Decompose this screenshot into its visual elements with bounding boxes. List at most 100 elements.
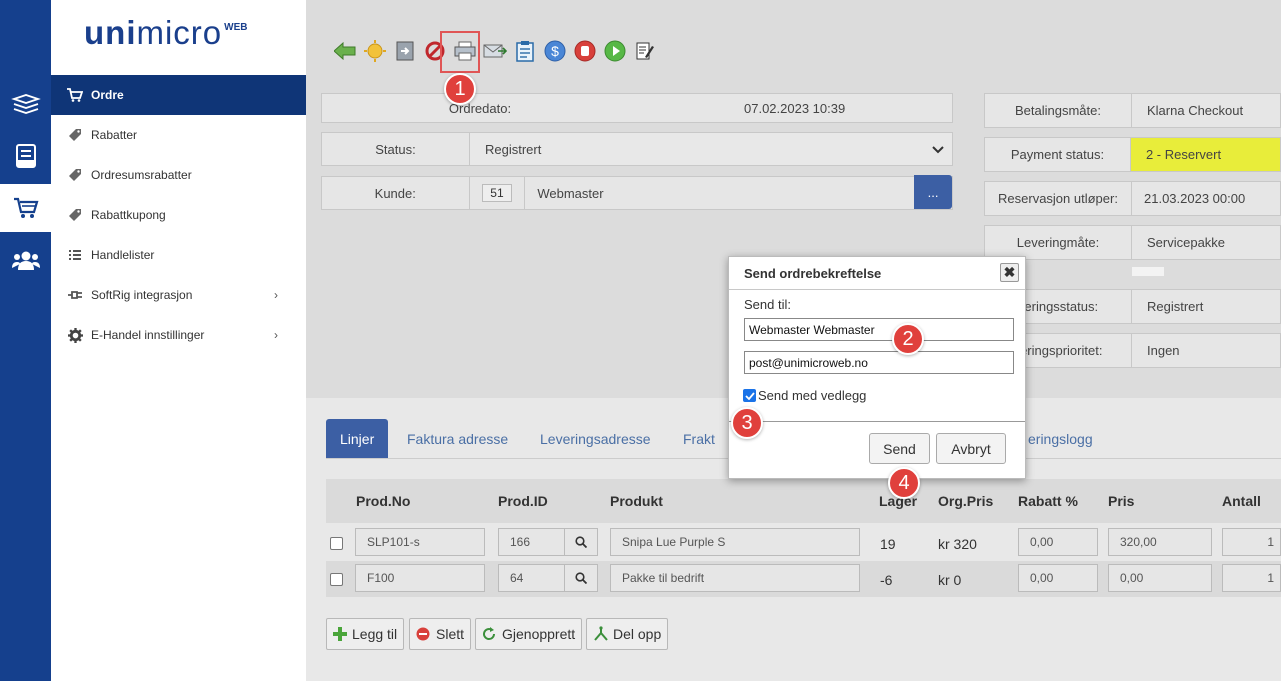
order-date-value: 07.02.2023 10:39	[744, 100, 846, 116]
row-checkbox[interactable]	[330, 537, 343, 550]
delivery-priority-row: veringsprioritet: Ingen	[984, 333, 1281, 368]
users-icon[interactable]	[0, 236, 51, 284]
sidebar-item-softrig[interactable]: SoftRig integrasjon ›	[51, 275, 306, 315]
import-icon[interactable]	[390, 36, 420, 66]
payment-method-label: Betalingsmåte:	[985, 94, 1132, 127]
col-rabatt: Rabatt %	[1018, 493, 1078, 509]
invoice-icon[interactable]	[0, 132, 51, 180]
delivery-method-row: Leveringmåte: Servicepakke	[984, 225, 1281, 260]
recipient-name-input[interactable]: Webmaster Webmaster	[744, 318, 1014, 341]
send-to-label: Send til:	[744, 297, 791, 312]
split-label: Del opp	[613, 626, 662, 642]
payment-method-row: Betalingsmåte: Klarna Checkout	[984, 93, 1281, 128]
sidebar-item-ordresumsrabatter[interactable]: Ordresumsrabatter	[51, 155, 306, 195]
tab-linjer[interactable]: Linjer	[326, 419, 389, 459]
prodid-input[interactable]: 166	[498, 528, 565, 556]
antall-input[interactable]: 1	[1222, 564, 1281, 592]
sidebar-item-rabatter[interactable]: Rabatter	[51, 115, 306, 155]
attachment-label: Send med vedlegg	[758, 388, 867, 403]
rabatt-input[interactable]: 0,00	[1018, 564, 1098, 592]
split-icon	[593, 626, 609, 642]
recipient-email-input[interactable]: post@unimicroweb.no	[744, 351, 1014, 374]
order-date-row: Ordredato: 07.02.2023 10:39	[321, 93, 953, 123]
send-button[interactable]: Send	[869, 433, 930, 464]
search-icon[interactable]	[564, 564, 598, 592]
attachment-checkbox[interactable]	[743, 389, 756, 402]
stop-icon[interactable]	[570, 36, 600, 66]
logo-part-2: micro	[136, 14, 223, 51]
send-confirmation-dialog: Send ordrebekreftelse ✖ Send til: Webmas…	[728, 256, 1026, 479]
sidebar-item-rabattkupong[interactable]: Rabattkupong	[51, 195, 306, 235]
clipboard-icon[interactable]	[510, 36, 540, 66]
col-orgpris: Org.Pris	[938, 493, 994, 509]
pris-input[interactable]: 0,00	[1108, 564, 1212, 592]
payment-method-value: Klarna Checkout	[1147, 103, 1244, 118]
refresh-icon	[482, 627, 496, 641]
cancel-button[interactable]: Avbryt	[936, 433, 1006, 464]
toolbar: $	[330, 36, 660, 66]
add-line-label: Legg til	[352, 626, 398, 642]
tag-icon	[65, 208, 85, 222]
sidebar-item-ordre[interactable]: Ordre	[51, 75, 306, 115]
tab-faktura-adresse[interactable]: Faktura adresse	[407, 419, 508, 459]
pris-input[interactable]: 320,00	[1108, 528, 1212, 556]
step-marker-4: 4	[888, 467, 920, 499]
sun-icon[interactable]	[360, 36, 390, 66]
tab-leveringslogg[interactable]: eringslogg	[1028, 419, 1093, 459]
reservation-expires-label: Reservasjon utløper:	[985, 182, 1132, 215]
delete-line-label: Slett	[436, 626, 465, 642]
list-icon	[65, 250, 85, 260]
reservation-expires-value: 21.03.2023 00:00	[1144, 191, 1246, 206]
row-checkbox[interactable]	[330, 573, 343, 586]
step-marker-1: 1	[444, 73, 476, 105]
order-date-label: Ordredato:	[448, 100, 512, 116]
tab-frakt[interactable]: Frakt	[683, 419, 715, 459]
add-line-button[interactable]: Legg til	[326, 618, 405, 650]
status-select[interactable]: Registrert	[470, 133, 952, 165]
cart-icon[interactable]	[0, 184, 51, 232]
col-pris: Pris	[1108, 493, 1135, 509]
close-icon[interactable]: ✖	[1000, 263, 1019, 282]
sidebar-item-label: Ordre	[91, 88, 124, 102]
table-header: Prod.No Prod.ID Produkt Lager Org.Pris R…	[326, 479, 1281, 523]
play-icon[interactable]	[600, 36, 630, 66]
produkt-input[interactable]: Snipa Lue Purple S	[610, 528, 860, 556]
split-button[interactable]: Del opp	[586, 618, 669, 650]
status-value: Registrert	[485, 141, 542, 157]
customer-lookup-button[interactable]: ...	[914, 175, 953, 209]
sidebar-item-label: Handlelister	[91, 248, 155, 262]
minus-circle-icon	[416, 627, 430, 641]
delivery-method-label: Leveringmåte:	[985, 226, 1132, 259]
dollar-icon[interactable]: $	[540, 36, 570, 66]
plug-icon	[65, 290, 85, 300]
prodid-input[interactable]: 64	[498, 564, 565, 592]
payment-status-row: Payment status: 2 - Reservert	[984, 137, 1281, 172]
chevron-right-icon: ›	[274, 328, 278, 342]
customer-row: Kunde: 51 Webmaster ...	[321, 175, 953, 210]
delivery-method-value: Servicepakke	[1147, 235, 1226, 250]
tab-leveringsadresse[interactable]: Leveringsadresse	[540, 419, 651, 459]
orders-stack-icon[interactable]	[0, 80, 51, 128]
antall-input[interactable]: 1	[1222, 528, 1281, 556]
cart-icon	[65, 88, 85, 102]
prodno-input[interactable]: F100	[355, 564, 485, 592]
plus-icon	[333, 627, 347, 641]
prodno-input[interactable]: SLP101-s	[355, 528, 485, 556]
search-icon[interactable]	[564, 528, 598, 556]
logo-part-3: WEB	[224, 22, 248, 33]
sidebar-item-label: Rabattkupong	[91, 208, 166, 222]
send-icon[interactable]	[480, 36, 510, 66]
sidebar-item-ehandel[interactable]: E-Handel innstillinger ›	[51, 315, 306, 355]
edit-icon[interactable]	[630, 36, 660, 66]
sidebar-item-handlelister[interactable]: Handlelister	[51, 235, 306, 275]
lager-value: 19	[880, 536, 896, 552]
delivery-status-row: veringsstatus: Registrert	[984, 289, 1281, 324]
rabatt-input[interactable]: 0,00	[1018, 528, 1098, 556]
delete-line-button[interactable]: Slett	[409, 618, 472, 650]
dialog-divider	[729, 421, 1025, 422]
table-row: F100 64 Pakke til bedrift -6 kr 0 0,00 0…	[326, 561, 1281, 597]
restore-button[interactable]: Gjenopprett	[475, 618, 583, 650]
reservation-expires-row: Reservasjon utløper: 21.03.2023 00:00	[984, 181, 1281, 216]
back-arrow-icon[interactable]	[330, 36, 360, 66]
produkt-input[interactable]: Pakke til bedrift	[610, 564, 860, 592]
